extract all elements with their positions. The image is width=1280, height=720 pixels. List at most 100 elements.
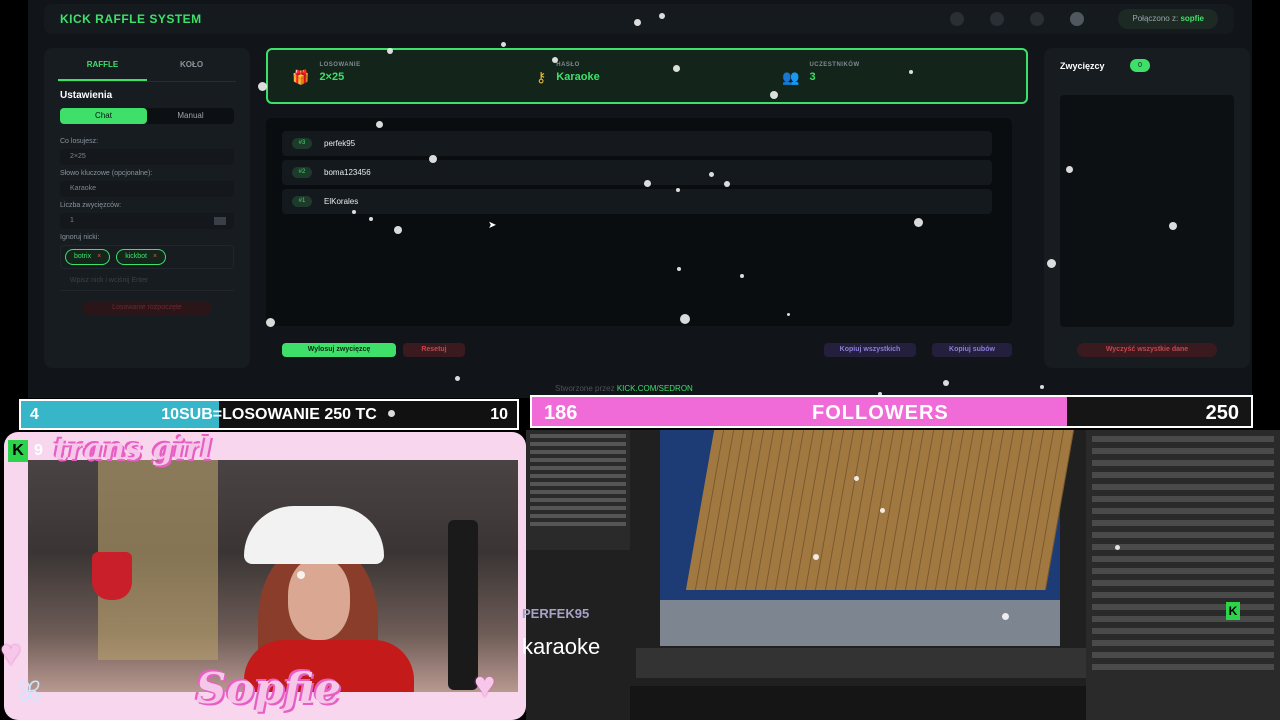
snowflake: [633, 18, 641, 26]
list-item[interactable]: #1 ElKorales: [282, 189, 992, 214]
snowflake: [369, 217, 373, 221]
snowflake: [1001, 612, 1009, 620]
keyword-input[interactable]: Karaoke: [60, 181, 234, 197]
snowflake: [913, 217, 923, 227]
panel-tabs: RAFFLE KOŁO: [58, 60, 236, 82]
snowflake: [387, 48, 393, 54]
sub-goal-label: 10SUB=LOSOWANIE 250 TC: [161, 406, 377, 423]
sub-goal-bar: 10SUB=LOSOWANIE 250 TC 4 10: [19, 399, 519, 430]
participant-name: perfek95: [324, 139, 356, 148]
kick-logo-icon: K: [8, 440, 28, 462]
gift-icon: 🎁: [292, 69, 310, 85]
snowflake: [265, 317, 275, 327]
bow-icon: ꕤ: [18, 676, 42, 707]
snowflake: [672, 64, 680, 72]
sub-goal-target: 10: [490, 406, 508, 423]
winners-count-label: Liczba zwycięzców:: [60, 202, 122, 209]
globe-icon[interactable]: [1070, 12, 1084, 26]
mode-chat-button[interactable]: Chat: [60, 108, 147, 124]
stat-prize: 🎁 LOSOWANIE 2×25: [292, 62, 361, 92]
snowflake: [677, 267, 681, 271]
game-stats-panel: [526, 430, 630, 550]
clear-all-button[interactable]: Wyczyść wszystkie dane: [1077, 343, 1217, 357]
snowflake: [943, 380, 949, 386]
follower-goal-current: 186: [544, 402, 578, 424]
snowflake: [708, 171, 714, 177]
snowflake: [387, 409, 395, 417]
christmas-stocking: [92, 552, 132, 600]
winners-title: Zwycięzcy: [1060, 61, 1105, 71]
users-icon: 👥: [782, 69, 800, 85]
snowflake: [813, 554, 819, 560]
remove-icon[interactable]: ×: [97, 250, 101, 264]
cursor-icon: ➤: [488, 220, 497, 231]
beach: [660, 600, 1060, 646]
snowflake: [429, 155, 437, 163]
start-raffle-button[interactable]: Losowanie rozpoczęte: [82, 301, 212, 315]
snowflake: [878, 392, 882, 396]
winners-panel: Zwycięzcy 0 Wyczyść wszystkie dane: [1044, 48, 1250, 368]
copy-subs-button[interactable]: Kopiuj subów: [932, 343, 1012, 357]
ignore-nick-input[interactable]: Wpisz nick i wciśnij Enter: [60, 277, 234, 291]
snowflake: [375, 120, 383, 128]
participant-name: boma123456: [324, 168, 371, 177]
snowflake: [740, 274, 744, 278]
snowflake: [257, 81, 267, 91]
ignored-chip: kickbot ×: [116, 249, 167, 265]
snowflake: [786, 312, 790, 316]
what-input[interactable]: 2×25: [60, 149, 234, 165]
snowflake: [1046, 258, 1056, 268]
follower-goal-bar: 186 FOLLOWERS 250: [530, 395, 1253, 428]
mode-toggle: Chat Manual: [60, 108, 234, 124]
game-console: [630, 686, 1120, 720]
kick-logo-icon: K: [1226, 602, 1240, 620]
ignored-nicks: botrix × kickbot ×: [60, 245, 234, 269]
follower-goal-fill: [532, 397, 1067, 426]
snowflake: [853, 475, 859, 481]
settings-title: Ustawienia: [60, 90, 113, 101]
participant-name: ElKorales: [324, 197, 359, 206]
follower-goal-target: 250: [1205, 402, 1239, 424]
theme-icon[interactable]: [950, 12, 964, 26]
game-capture: [526, 430, 1280, 720]
tag-text: trans girl: [54, 432, 212, 467]
stats-bar: 🎁 LOSOWANIE 2×25 ⚷ HASŁO Karaoke 👥 UCZESTN…: [266, 48, 1028, 104]
snowflake: [352, 210, 356, 214]
rank-badge: #2: [292, 167, 312, 178]
tab-raffle[interactable]: RAFFLE: [58, 60, 147, 81]
snowflake: [659, 13, 665, 19]
snowflake: [676, 188, 680, 192]
heart-icon: ♥: [474, 664, 496, 705]
kick-count: 9: [34, 442, 43, 459]
app-title: KICK RAFFLE SYSTEM: [60, 12, 202, 26]
bird-icon[interactable]: [990, 12, 1004, 26]
snowflake: [1040, 385, 1044, 389]
what-label: Co losujesz:: [60, 138, 99, 145]
heart-icon: ♥: [0, 632, 22, 673]
winners-count-input[interactable]: 1: [60, 213, 234, 229]
follower-goal-label: FOLLOWERS: [812, 402, 949, 424]
copy-all-button[interactable]: Kopiuj wszystkich: [824, 343, 916, 357]
webcam-feed: [28, 460, 518, 692]
snowflake: [552, 57, 558, 63]
snowflake: [770, 91, 778, 99]
ignore-label: Ignoruj nicki:: [60, 234, 100, 241]
tab-wheel[interactable]: KOŁO: [147, 60, 236, 81]
helmet-icon[interactable]: [1030, 12, 1044, 26]
snowflake: [1065, 165, 1073, 173]
draw-winner-button[interactable]: Wylosuj zwycięzcę: [282, 343, 396, 357]
mode-manual-button[interactable]: Manual: [147, 108, 234, 124]
rank-badge: #1: [292, 196, 312, 207]
list-item[interactable]: #2 boma123456: [282, 160, 992, 185]
snowflake: [394, 226, 402, 234]
top-icons: [950, 12, 1084, 26]
stepper-icon[interactable]: [214, 217, 226, 225]
rank-badge: #3: [292, 138, 312, 149]
chat-username: PERFEK95: [522, 606, 590, 621]
credit-link[interactable]: KICK.COM/SEDRON: [617, 384, 693, 393]
reset-button[interactable]: Resetuj: [403, 343, 465, 357]
snowflake: [879, 507, 885, 513]
credit-text: Stworzone przez KICK.COM/SEDRON: [555, 384, 693, 393]
remove-icon[interactable]: ×: [153, 250, 157, 264]
list-item[interactable]: #3 perfek95: [282, 131, 992, 156]
